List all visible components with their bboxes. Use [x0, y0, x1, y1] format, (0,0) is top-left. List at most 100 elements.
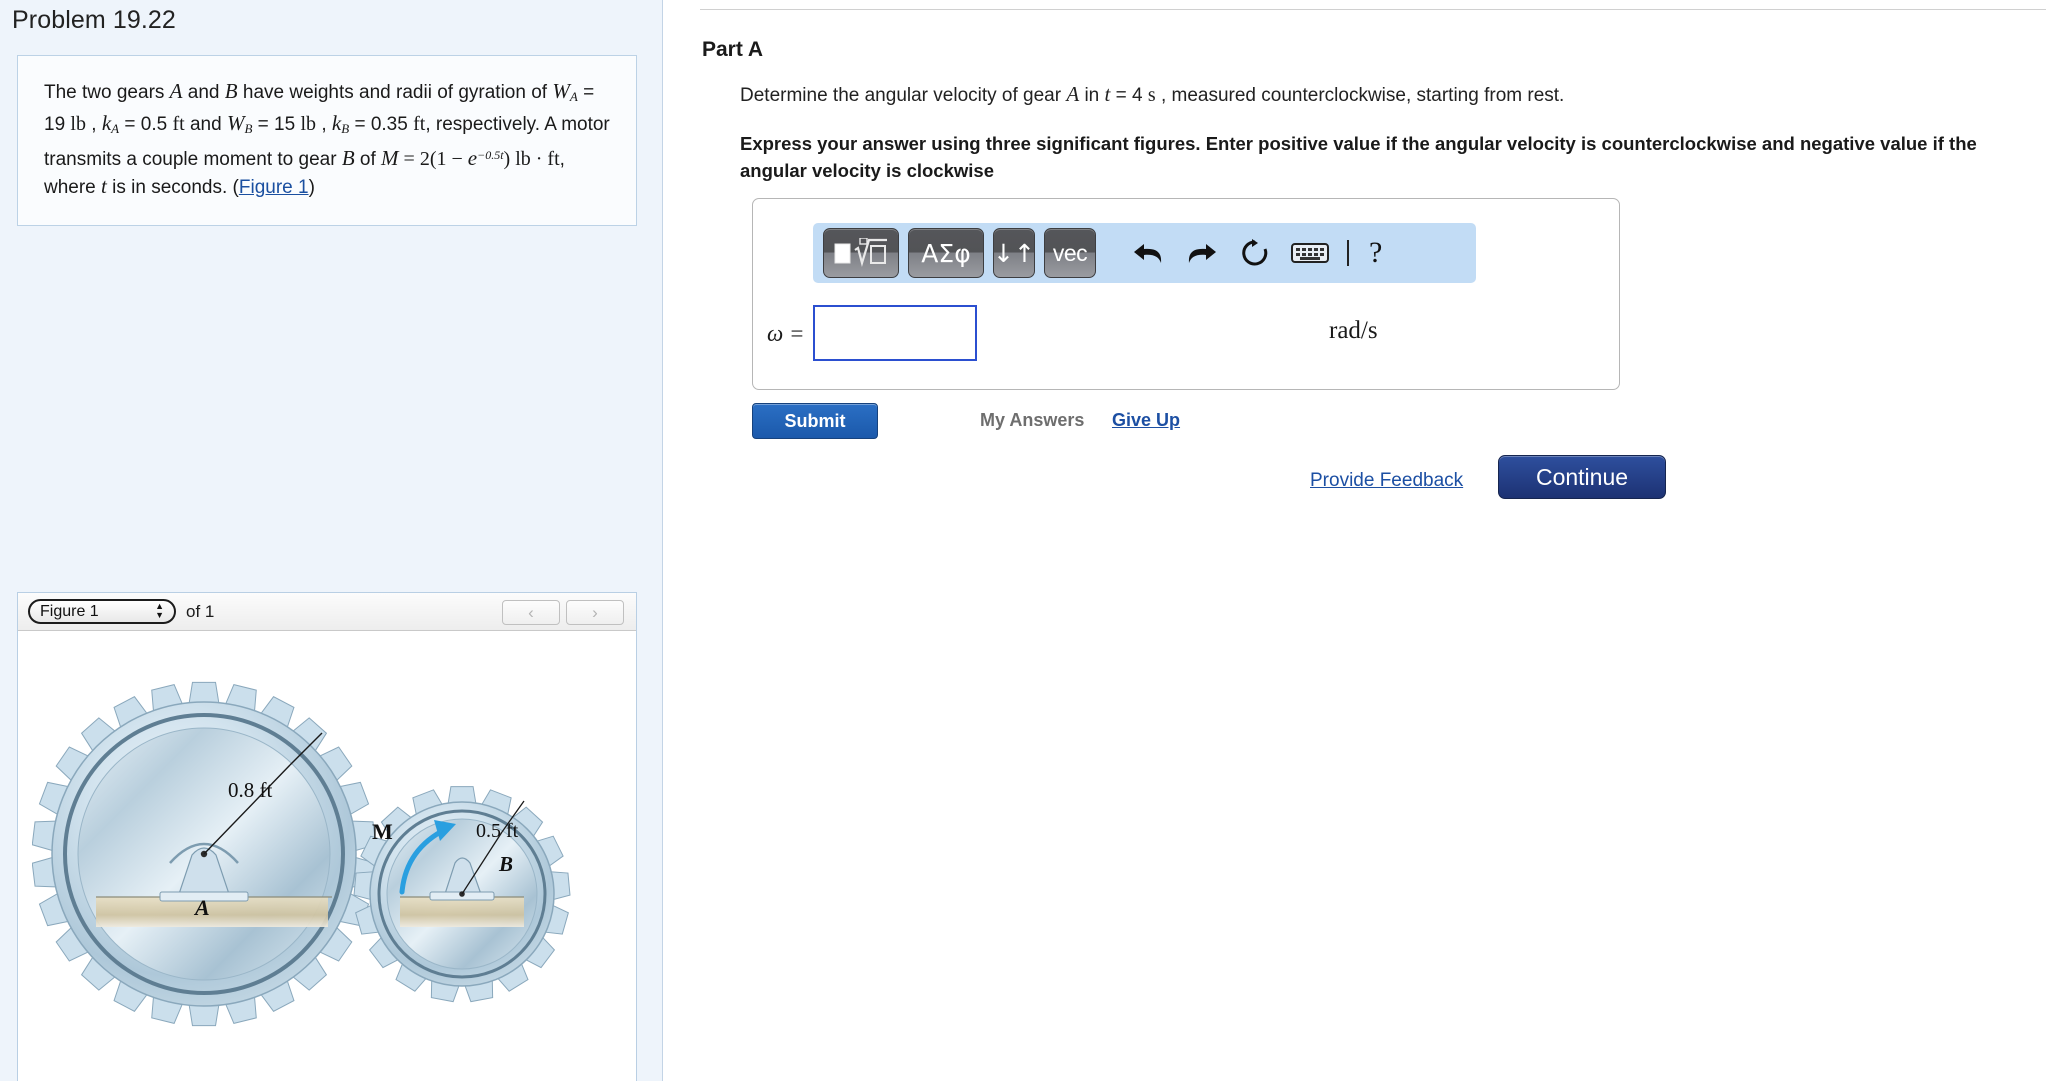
submit-label: Submit — [784, 410, 846, 431]
part-title: Part A — [702, 38, 764, 61]
symbol-gear-a: A — [169, 79, 183, 103]
unit-ft-2: ft — [413, 113, 426, 135]
text-fragment: Determine the angular velocity of gear — [740, 85, 1067, 106]
unit-lbft: lb · ft — [515, 148, 560, 170]
greek-symbols-button[interactable]: ΑΣφ — [908, 228, 984, 278]
text-fragment: ) — [308, 177, 315, 198]
value-kb: = 0.35 — [349, 114, 414, 135]
reset-icon[interactable] — [1239, 237, 1271, 269]
symbol-wb: W — [226, 111, 245, 135]
submit-button[interactable]: Submit — [752, 403, 878, 439]
figure-canvas: 0.8 ft A 0.5 ft B M — [18, 631, 636, 1081]
problem-page: Problem 19.22 The two gears A and B have… — [0, 0, 2046, 1081]
vec-label: vec — [1052, 239, 1088, 266]
arrows-label: ↓↑ — [993, 238, 1035, 268]
give-up-link[interactable]: Give Up — [1112, 410, 1180, 431]
symbol-gear-b: B — [224, 79, 238, 103]
gear-diagram: 0.8 ft A 0.5 ft B M — [32, 681, 571, 1027]
chevron-right-icon: › — [592, 602, 598, 622]
keyboard-glyph — [1291, 243, 1329, 263]
answer-instruction: Express your answer using three signific… — [740, 133, 1977, 181]
superscript-subscript-button[interactable]: ↓↑ — [993, 228, 1035, 278]
text-fragment: is in seconds. ( — [106, 177, 239, 198]
text-fragment: and — [184, 114, 227, 135]
value-time: = 4 — [1110, 85, 1148, 106]
unit-lb: lb — [70, 113, 86, 135]
help-icon[interactable]: ? — [1369, 236, 1382, 270]
unit-lb-2: lb — [300, 113, 317, 135]
continue-button[interactable]: Continue — [1498, 455, 1666, 499]
symbol-gear: A — [1066, 82, 1080, 106]
symbol-m: M — [381, 146, 399, 170]
units-label: rad/s — [1329, 317, 1378, 344]
problem-statement-box: The two gears A and B have weights and r… — [17, 55, 637, 226]
give-up-label: Give Up — [1112, 410, 1181, 430]
text-fragment: , measured counterclockwise, starting fr… — [1155, 85, 1565, 106]
toolbar-separator — [1347, 240, 1349, 266]
answer-input[interactable] — [813, 305, 977, 361]
symbol-gear-b-2: B — [341, 146, 355, 170]
refresh-arrow-glyph — [1242, 239, 1268, 266]
left-panel: Problem 19.22 The two gears A and B have… — [0, 0, 663, 1081]
help-glyph: ? — [1369, 236, 1383, 269]
symbol-ka-sub: A — [111, 121, 120, 136]
chevron-left-icon: ‹ — [528, 602, 534, 622]
greek-label: ΑΣφ — [921, 238, 971, 268]
right-panel: Part A Determine the angular velocity of… — [664, 0, 2046, 1081]
symbol-e: e — [467, 146, 478, 170]
figure-select[interactable]: Figure 1 — [28, 599, 176, 624]
text-fragment: , — [316, 114, 332, 135]
symbol-kb: k — [331, 111, 342, 135]
figure-next-button[interactable]: › — [566, 600, 624, 625]
undo-icon[interactable] — [1131, 238, 1165, 268]
answer-input-row: ω = rad/s — [753, 303, 1619, 373]
text-fragment: of — [354, 149, 382, 170]
symbol-wa: W — [552, 79, 570, 103]
unit-ft: ft — [172, 113, 185, 135]
symbol-ka: k — [101, 111, 112, 135]
label-radius-a: 0.8 ft — [228, 778, 272, 802]
unit-seconds: s — [1147, 84, 1156, 106]
question-text: Determine the angular velocity of gear A… — [740, 82, 1564, 107]
symbol-wa-sub: A — [569, 89, 578, 104]
divider — [700, 9, 2046, 10]
value-ka: = 0.5 — [119, 114, 173, 135]
figure-1-link[interactable]: Figure 1 — [239, 177, 309, 198]
continue-label: Continue — [1535, 463, 1629, 490]
math-toolbar: ΑΣφ ↓↑ vec ? — [813, 223, 1476, 283]
formula-close: ) — [503, 148, 516, 170]
gear-a-graphic: 0.8 ft A — [32, 681, 377, 1027]
undo-arrow-glyph — [1134, 244, 1162, 263]
page-title: Problem 19.22 — [12, 6, 176, 34]
provide-feedback-label: Provide Feedback — [1310, 470, 1464, 491]
value-wb: = 15 — [252, 114, 301, 135]
redo-arrow-glyph — [1188, 244, 1216, 263]
sqrt-template-icon — [834, 238, 887, 268]
gear-b-graphic: 0.5 ft B M — [353, 786, 571, 1003]
redo-icon[interactable] — [1185, 238, 1219, 268]
figure-select-wrapper: Figure 1 ▲ ▼ — [28, 599, 176, 624]
my-answers-label: My Answers — [980, 410, 1085, 430]
label-radius-b: 0.5 ft — [476, 820, 519, 842]
exponent: −0.5t — [477, 148, 504, 162]
text-fragment: The two gears — [44, 82, 170, 103]
my-answers-button[interactable]: My Answers — [980, 410, 1084, 431]
problem-statement-text: The two gears A and B have weights and r… — [44, 78, 610, 201]
text-fragment: and — [182, 82, 225, 103]
figure-toolbar: Figure 1 ▲ ▼ of 1 ‹ › — [18, 593, 636, 631]
text-fragment: in — [1079, 85, 1105, 106]
omega-label: ω = — [767, 321, 805, 346]
keyboard-icon[interactable] — [1291, 240, 1329, 266]
figure-count-label: of 1 — [186, 601, 215, 621]
label-gear-a: A — [193, 895, 210, 920]
formula-m: = 2(1 − — [398, 148, 468, 170]
text-fragment: have weights and radii of gyration of — [237, 82, 553, 103]
math-template-button[interactable] — [823, 228, 899, 278]
symbol-kb-sub: B — [341, 121, 350, 136]
figure-prev-button[interactable]: ‹ — [502, 600, 560, 625]
label-moment: M — [372, 819, 393, 844]
vector-button[interactable]: vec — [1044, 228, 1096, 278]
answer-container: ΑΣφ ↓↑ vec ? ω = rad/s — [752, 198, 1620, 390]
figure-panel: Figure 1 ▲ ▼ of 1 ‹ › 0.8 ft A 0.5 ft B … — [17, 592, 637, 1081]
provide-feedback-link[interactable]: Provide Feedback — [1310, 470, 1463, 492]
